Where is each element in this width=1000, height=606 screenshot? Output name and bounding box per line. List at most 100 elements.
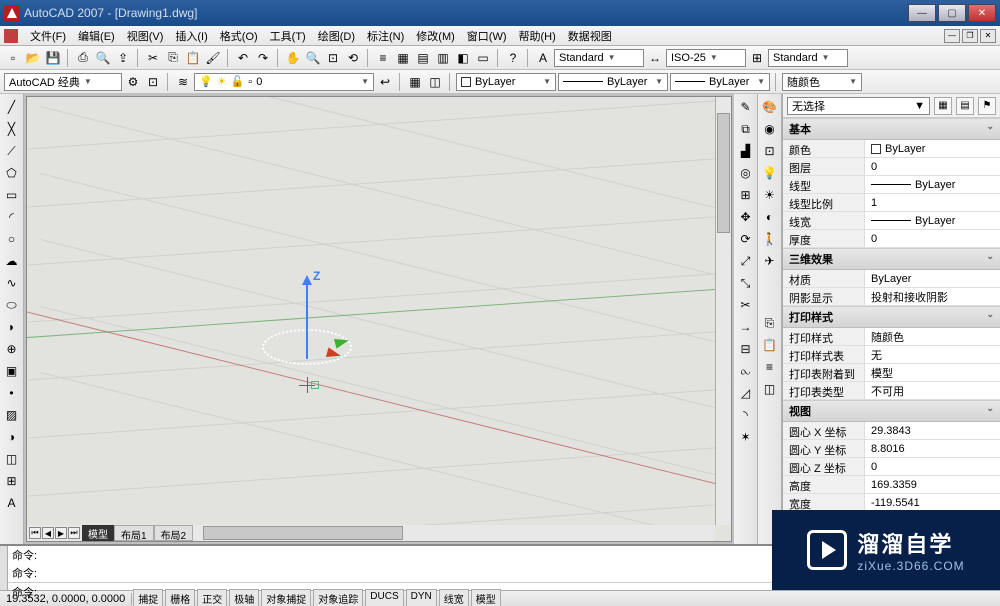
ellipse-icon[interactable]: ⬭ — [2, 295, 22, 315]
viewport-vscroll[interactable] — [715, 97, 731, 525]
prop-value[interactable]: ByLayer — [865, 212, 1000, 229]
status-toggle-8[interactable]: 线宽 — [439, 589, 469, 606]
prop-row[interactable]: 圆心 Y 坐标8.8016 — [783, 440, 1000, 458]
prop-value[interactable]: ByLayer — [865, 270, 1000, 287]
pan-icon[interactable]: ✋ — [284, 49, 302, 67]
menu-help[interactable]: 帮助(H) — [513, 26, 562, 46]
tab-last-button[interactable]: ⏭ — [68, 527, 80, 539]
tab-next-button[interactable]: ▶ — [55, 527, 67, 539]
sun-icon[interactable]: ☀ — [760, 185, 780, 205]
workspace-dropdown[interactable]: AutoCAD 经典▼ — [4, 73, 122, 91]
props2-icon[interactable]: ≡ — [760, 357, 780, 377]
dimstyle-dropdown[interactable]: ISO-25▼ — [666, 49, 746, 67]
coordinate-readout[interactable]: 19.3532, 0.0000, 0.0000 — [0, 593, 132, 605]
polygon-icon[interactable]: ⬠ — [2, 163, 22, 183]
walk-icon[interactable]: 🚶 — [760, 229, 780, 249]
redo-icon[interactable]: ↷ — [254, 49, 272, 67]
prop-row[interactable]: 打印样式表无 — [783, 346, 1000, 364]
help-icon[interactable]: ? — [504, 49, 522, 67]
calc-icon[interactable]: ▭ — [474, 49, 492, 67]
insert-icon[interactable]: ⊕ — [2, 339, 22, 359]
lineweight-dropdown[interactable]: ByLayer▼ — [670, 73, 770, 91]
prop-row[interactable]: 厚度0 — [783, 230, 1000, 248]
revcloud-icon[interactable]: ☁ — [2, 251, 22, 271]
misc-icon[interactable]: ◫ — [760, 379, 780, 399]
minimize-button[interactable]: — — [908, 4, 936, 22]
prop-row[interactable]: 圆心 X 坐标29.3843 — [783, 422, 1000, 440]
status-toggle-6[interactable]: DUCS — [365, 589, 403, 606]
status-toggle-0[interactable]: 捕捉 — [133, 589, 163, 606]
mdi-restore-button[interactable]: ❐ — [962, 29, 978, 43]
stretch-icon[interactable]: ⤡ — [736, 273, 756, 293]
scale-icon[interactable]: ⤢ — [736, 251, 756, 271]
lights-icon[interactable]: 💡 — [760, 163, 780, 183]
gradient-icon[interactable]: ◑ — [2, 427, 22, 447]
mirror-icon[interactable]: ▟ — [736, 141, 756, 161]
prop-value[interactable]: 无 — [865, 346, 1000, 363]
copy-obj-icon[interactable]: ⧉ — [736, 119, 756, 139]
undo-icon[interactable]: ↶ — [234, 49, 252, 67]
array-icon[interactable]: ⊞ — [736, 185, 756, 205]
zoom-prev-icon[interactable]: ⟲ — [344, 49, 362, 67]
tab-layout2[interactable]: 布局2 — [154, 525, 194, 541]
designcenter-icon[interactable]: ▦ — [394, 49, 412, 67]
print-icon[interactable]: ⎙ — [74, 49, 92, 67]
prop-value[interactable]: 0 — [865, 158, 1000, 175]
textstyle-icon[interactable]: A — [534, 49, 552, 67]
copy-icon[interactable]: ⎘ — [164, 49, 182, 67]
chamfer-icon[interactable]: ◿ — [736, 383, 756, 403]
prop-value[interactable]: ByLayer — [865, 176, 1000, 193]
extend-icon[interactable]: → — [736, 317, 756, 337]
prop-group-header[interactable]: 打印样式⌄ — [783, 306, 1000, 328]
mdi-minimize-button[interactable]: — — [944, 29, 960, 43]
menu-draw[interactable]: 绘图(D) — [312, 26, 361, 46]
tab-first-button[interactable]: ⏮ — [29, 527, 41, 539]
prop-row[interactable]: 图层0 — [783, 158, 1000, 176]
tab-layout1[interactable]: 布局1 — [114, 525, 154, 541]
prop-value[interactable]: 0 — [865, 458, 1000, 475]
fillet-icon[interactable]: ◝ — [736, 405, 756, 425]
paste2-icon[interactable]: 📋 — [760, 335, 780, 355]
prop-value[interactable]: 模型 — [865, 364, 1000, 381]
join-icon[interactable]: ⧜ — [736, 361, 756, 381]
qselect-icon[interactable]: ⚑ — [978, 97, 996, 115]
new-icon[interactable]: ▫ — [4, 49, 22, 67]
close-button[interactable]: ✕ — [968, 4, 996, 22]
prop-row[interactable]: 材质ByLayer — [783, 270, 1000, 288]
spline-icon[interactable]: ∿ — [2, 273, 22, 293]
status-toggle-2[interactable]: 正交 — [197, 589, 227, 606]
explode-icon[interactable]: ✶ — [736, 427, 756, 447]
selection-dropdown[interactable]: 无选择▼ — [787, 97, 930, 115]
layer-prev-icon[interactable]: ↩ — [376, 73, 394, 91]
prop-value[interactable]: 投射和接收阴影 — [865, 288, 1000, 305]
publish-icon[interactable]: ⇪ — [114, 49, 132, 67]
menu-edit[interactable]: 编辑(E) — [72, 26, 121, 46]
zoom-icon[interactable]: 🔍 — [304, 49, 322, 67]
sheetset-icon[interactable]: ▥ — [434, 49, 452, 67]
layer-tools-icon[interactable]: ◫ — [426, 73, 444, 91]
menu-dataview[interactable]: 数据视图 — [562, 26, 618, 46]
ellipsearc-icon[interactable]: ◗ — [2, 317, 22, 337]
toolpalette-icon[interactable]: ▤ — [414, 49, 432, 67]
prop-row[interactable]: 打印表附着到模型 — [783, 364, 1000, 382]
status-toggle-9[interactable]: 模型 — [471, 589, 501, 606]
prop-value[interactable]: ByLayer — [865, 140, 1000, 157]
status-toggle-1[interactable]: 栅格 — [165, 589, 195, 606]
plotstyle-dropdown[interactable]: 随颜色▼ — [782, 73, 862, 91]
prop-value[interactable]: 0 — [865, 230, 1000, 247]
prop-value[interactable]: 29.3843 — [865, 422, 1000, 439]
rotate-icon[interactable]: ⟳ — [736, 229, 756, 249]
prop-row[interactable]: 阴影显示投射和接收阴影 — [783, 288, 1000, 306]
status-toggle-7[interactable]: DYN — [406, 589, 437, 606]
circle-icon[interactable]: ○ — [2, 229, 22, 249]
mtext-icon[interactable]: A — [2, 493, 22, 513]
preview-icon[interactable]: 🔍 — [94, 49, 112, 67]
prop-value[interactable]: 不可用 — [865, 382, 1000, 399]
prop-row[interactable]: 圆心 Z 坐标0 — [783, 458, 1000, 476]
markup-icon[interactable]: ◧ — [454, 49, 472, 67]
open-icon[interactable]: 📂 — [24, 49, 42, 67]
quickselect-icon[interactable]: ▦ — [934, 97, 952, 115]
xline-icon[interactable]: ╳ — [2, 119, 22, 139]
maximize-button[interactable]: ▢ — [938, 4, 966, 22]
visualstyle-icon[interactable]: ◐ — [760, 207, 780, 227]
